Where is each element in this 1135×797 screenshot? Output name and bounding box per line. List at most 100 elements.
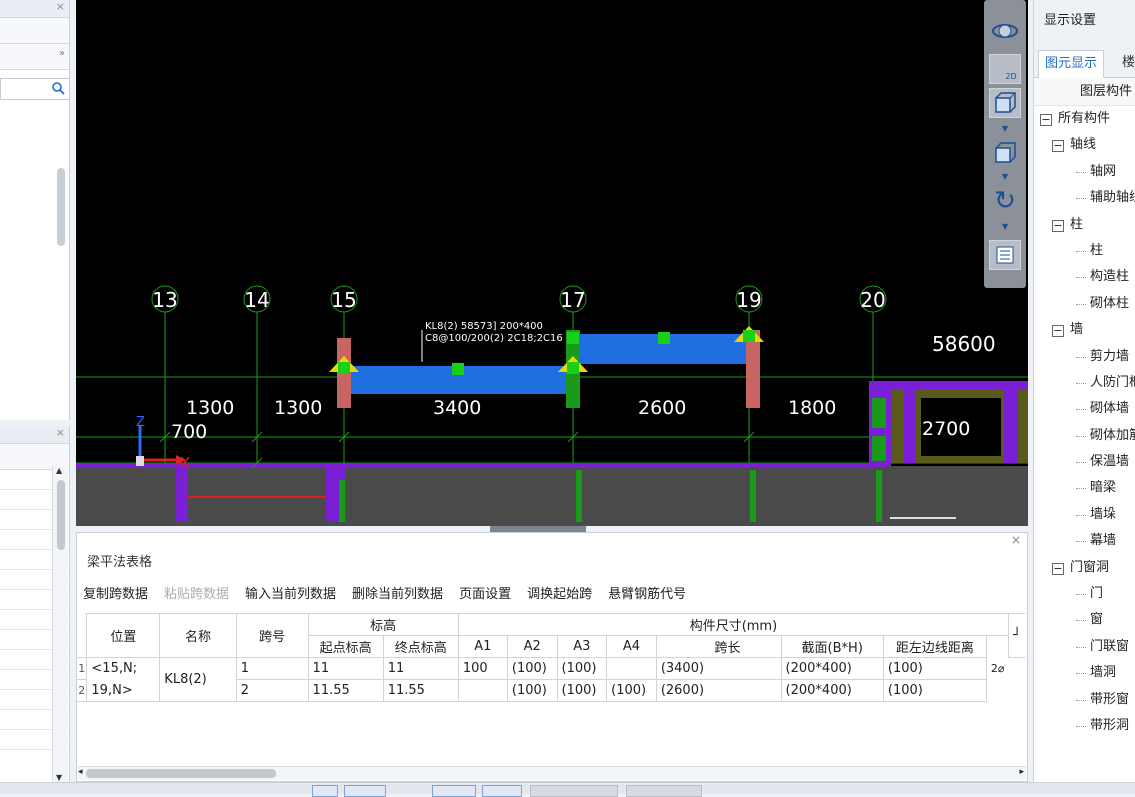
- toolbar-button[interactable]: 调换起始跨: [527, 583, 600, 603]
- table-cell[interactable]: (100): [606, 679, 657, 702]
- tab-element-display[interactable]: 图元显示: [1038, 50, 1105, 78]
- tree-item[interactable]: 构造柱: [1034, 264, 1135, 290]
- table-cell[interactable]: 1: [235, 657, 309, 680]
- table-cell[interactable]: 11.55: [307, 679, 384, 702]
- tree-item[interactable]: 门: [1034, 581, 1135, 607]
- chevron-down-icon[interactable]: ▼: [1002, 124, 1008, 133]
- status-toggle[interactable]: [432, 785, 476, 797]
- tree-item[interactable]: − 所有构件: [1034, 106, 1135, 132]
- status-toggle[interactable]: [530, 785, 618, 797]
- table-cell[interactable]: 11: [307, 657, 384, 680]
- collapse-icon[interactable]: −: [1052, 562, 1064, 575]
- tree-item[interactable]: 砌体墙: [1034, 396, 1135, 422]
- tree-item[interactable]: 墙垛: [1034, 502, 1135, 528]
- chevron-down-icon[interactable]: ▼: [1002, 222, 1008, 231]
- table-cell[interactable]: [457, 679, 508, 702]
- scroll-thumb[interactable]: [57, 480, 65, 550]
- table-cell[interactable]: 2: [235, 679, 309, 702]
- table-cell[interactable]: (100): [506, 679, 558, 702]
- tree-item[interactable]: − 轴线: [1034, 132, 1135, 158]
- status-toggle[interactable]: [312, 785, 338, 797]
- table-cell[interactable]: (100): [506, 657, 558, 680]
- drawing-svg[interactable]: 13 14 15 17 19 20 14: [76, 0, 1028, 526]
- tree-item[interactable]: 带形洞: [1034, 713, 1135, 739]
- tree-item[interactable]: 保温墙: [1034, 449, 1135, 475]
- tree-item[interactable]: 窗: [1034, 607, 1135, 633]
- tree-item[interactable]: 门联窗: [1034, 634, 1135, 660]
- toolbar-button[interactable]: 页面设置: [459, 583, 519, 603]
- scroll-right-icon[interactable]: ▸: [1019, 767, 1024, 777]
- toolbar-button[interactable]: 粘贴跨数据: [164, 583, 237, 603]
- toolbar-button[interactable]: 复制跨数据: [83, 583, 156, 603]
- close-icon[interactable]: ×: [1011, 533, 1021, 547]
- close-icon[interactable]: ×: [56, 426, 65, 439]
- collapse-icon[interactable]: −: [1040, 114, 1052, 126]
- table-cell[interactable]: 11.55: [382, 679, 459, 702]
- table-cell[interactable]: (100): [556, 657, 608, 680]
- table-cell[interactable]: 19,N>: [86, 679, 161, 702]
- toolbar-button[interactable]: 悬臂钢筋代号: [608, 583, 694, 603]
- scroll-down-icon[interactable]: ▼: [56, 773, 62, 782]
- orbit-icon[interactable]: [989, 16, 1021, 46]
- collapse-icon[interactable]: −: [1052, 140, 1064, 153]
- table-cell[interactable]: (3400): [655, 657, 782, 680]
- row-number[interactable]: 2: [77, 679, 88, 702]
- table-cell[interactable]: (2600): [655, 679, 782, 702]
- tree-item[interactable]: 幕墙: [1034, 528, 1135, 554]
- search-input[interactable]: [0, 78, 70, 100]
- view-3d-box-icon[interactable]: [989, 88, 1021, 118]
- status-toggle[interactable]: [626, 785, 702, 797]
- search-icon[interactable]: [52, 82, 65, 95]
- chevron-down-icon[interactable]: ▼: [1002, 172, 1008, 181]
- scroll-left-icon[interactable]: ◂: [78, 767, 83, 777]
- table-cell[interactable]: (200*400): [780, 657, 884, 680]
- table-cell[interactable]: [986, 680, 1008, 702]
- table-cell[interactable]: <15,N;: [86, 657, 161, 680]
- tree-item[interactable]: 砌体柱: [1034, 291, 1135, 317]
- tree-item[interactable]: 剪力墙: [1034, 344, 1135, 370]
- vertical-scrollbar[interactable]: ▲ ▼: [52, 466, 68, 782]
- table-cell[interactable]: 100: [457, 657, 508, 680]
- collapse-icon[interactable]: −: [1052, 325, 1064, 338]
- table-cell[interactable]: (200*400): [780, 679, 884, 702]
- status-toggle[interactable]: [482, 785, 522, 797]
- table-cell[interactable]: [606, 657, 657, 680]
- tree-item[interactable]: 砌体加筋: [1034, 423, 1135, 449]
- drawing-canvas[interactable]: 13 14 15 17 19 20 14: [76, 0, 1028, 526]
- table-cell[interactable]: (100): [882, 679, 987, 702]
- row-number[interactable]: 1: [77, 657, 88, 680]
- layer-list-icon[interactable]: [989, 240, 1021, 270]
- scroll-thumb[interactable]: [86, 769, 276, 778]
- close-icon[interactable]: ×: [56, 0, 65, 13]
- status-toggle[interactable]: [344, 785, 386, 797]
- tree-item[interactable]: 墙洞: [1034, 660, 1135, 686]
- tree-item[interactable]: 柱: [1034, 238, 1135, 264]
- table-cell[interactable]: 11: [382, 657, 459, 680]
- tab-floor-display[interactable]: 楼: [1116, 50, 1135, 78]
- tree-item[interactable]: 带形窗: [1034, 687, 1135, 713]
- scroll-up-icon[interactable]: ▲: [56, 466, 62, 475]
- view-front-icon[interactable]: [989, 138, 1021, 168]
- collapse-icon[interactable]: −: [1052, 219, 1064, 232]
- table-cell[interactable]: (100): [556, 679, 608, 702]
- tree-item[interactable]: − 门窗洞: [1034, 555, 1135, 581]
- tree-item[interactable]: 辅助轴线: [1034, 185, 1135, 211]
- view-2d-icon[interactable]: 2D: [989, 54, 1021, 84]
- tree-item[interactable]: 轴网: [1034, 159, 1135, 185]
- tree-item[interactable]: 暗梁: [1034, 475, 1135, 501]
- rotate-icon[interactable]: ↻: [989, 186, 1021, 216]
- table-row[interactable]: 1 <15,N; KL8(2) 1 11 11 100 (100) (100) (3400) (20…: [77, 657, 1025, 702]
- toolbar-button[interactable]: 删除当前列数据: [352, 583, 451, 603]
- horizontal-scrollbar[interactable]: ◂ ▸: [78, 766, 1026, 780]
- expand-right-icon[interactable]: »: [59, 48, 65, 59]
- vertical-scrollbar[interactable]: [57, 168, 65, 246]
- toolbar-button[interactable]: 输入当前列数据: [245, 583, 344, 603]
- table-cell[interactable]: KL8(2): [159, 657, 237, 702]
- tree-item[interactable]: 人防门框墙: [1034, 370, 1135, 396]
- tree-item[interactable]: − 墙: [1034, 317, 1135, 343]
- table-cell[interactable]: 2⌀: [986, 658, 1008, 680]
- table-cell[interactable]: (100): [882, 657, 987, 680]
- beam-annotation: C8@100/200(2) 2C18;2C16: [425, 333, 563, 344]
- tree-item[interactable]: − 柱: [1034, 212, 1135, 238]
- beam-table-panel: × 梁平法表格 复制跨数据 粘贴跨数据 输入当前列数据 删除当前列数据 页面设置 调换起始…: [76, 532, 1028, 782]
